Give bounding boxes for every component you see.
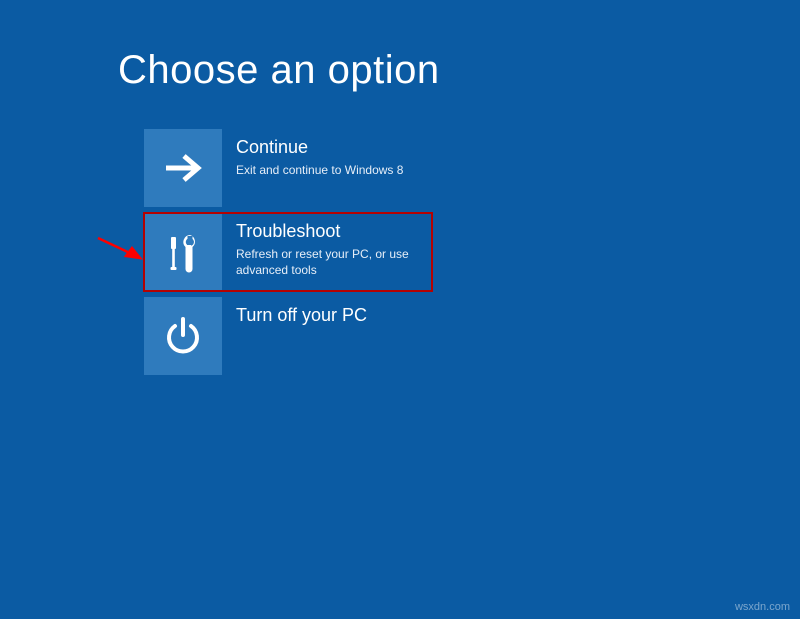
option-title: Continue xyxy=(236,137,403,159)
tools-icon xyxy=(144,213,222,291)
option-desc: Exit and continue to Windows 8 xyxy=(236,162,403,178)
watermark: wsxdn.com xyxy=(735,601,790,613)
option-continue[interactable]: Continue Exit and continue to Windows 8 xyxy=(144,129,432,207)
option-turnoff[interactable]: Turn off your PC xyxy=(144,297,432,375)
options-list: Continue Exit and continue to Windows 8 xyxy=(144,129,800,375)
option-title: Turn off your PC xyxy=(236,305,367,327)
option-desc: Refresh or reset your PC, or use advance… xyxy=(236,246,422,278)
page-title: Choose an option xyxy=(118,48,800,93)
power-icon xyxy=(144,297,222,375)
arrow-right-icon xyxy=(144,129,222,207)
option-title: Troubleshoot xyxy=(236,221,422,243)
option-troubleshoot[interactable]: Troubleshoot Refresh or reset your PC, o… xyxy=(144,213,432,291)
